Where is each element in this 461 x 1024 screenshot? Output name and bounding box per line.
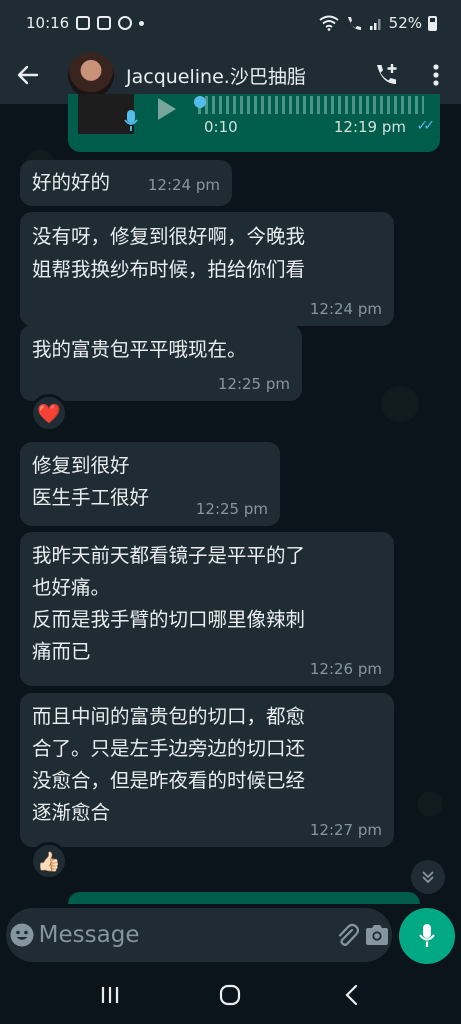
message-line: 修复到很好 xyxy=(32,454,130,477)
vowifi-call-icon xyxy=(347,17,361,30)
battery-icon xyxy=(428,15,437,31)
message-bubble[interactable]: 我的富贵包平平哦现在。 12:25 pm xyxy=(20,325,302,401)
voice-message-bubble[interactable]: 0:10 12:19 pm ✓✓ xyxy=(68,94,440,152)
message-line: 姐帮我换纱布时候，拍给你们看 xyxy=(32,258,306,281)
status-time: 10:16 xyxy=(26,14,70,32)
message-line: 我昨天前天都看镜子是平平的了 xyxy=(32,544,306,567)
message-line: 而且中间的富贵包的切口，都愈 xyxy=(32,705,306,728)
message-input[interactable] xyxy=(38,922,332,948)
emoji-icon xyxy=(10,923,34,947)
double-chevron-down-icon xyxy=(422,871,434,884)
message-line: 也好痛。 xyxy=(32,576,111,599)
back-arrow-icon xyxy=(17,65,39,85)
status-bar: 10:16 52% xyxy=(0,0,461,46)
voice-waveform[interactable] xyxy=(198,96,424,114)
attach-button[interactable] xyxy=(332,908,362,962)
camera-button[interactable] xyxy=(362,908,392,962)
emoji-button[interactable] xyxy=(6,908,39,962)
mic-icon xyxy=(419,924,435,947)
nav-back-button[interactable] xyxy=(321,966,381,1024)
back-button[interactable] xyxy=(0,46,56,104)
b-icon xyxy=(118,16,133,30)
attach-icon xyxy=(338,923,359,946)
system-nav-bar xyxy=(0,966,461,1024)
back-icon xyxy=(345,984,357,1006)
play-icon[interactable] xyxy=(158,98,176,120)
heart-reaction-icon[interactable]: ❤️ xyxy=(30,394,68,432)
wifi-icon xyxy=(319,15,339,31)
message-time: 12:26 pm xyxy=(309,660,382,678)
gallery-icon xyxy=(76,16,91,30)
contact-name[interactable]: Jacqueline.沙巴抽脂 xyxy=(126,62,306,89)
message-text: 好的好的 xyxy=(32,171,111,194)
voice-progress-dot[interactable] xyxy=(194,96,206,108)
status-right: 52% xyxy=(319,14,437,32)
calendar-check-icon xyxy=(97,16,112,30)
thumbs-up-reaction-icon[interactable]: 👍🏻 xyxy=(30,842,68,880)
status-left: 10:16 xyxy=(26,14,145,32)
message-time: 12:25 pm xyxy=(217,375,290,393)
message-line: 合了。只是左手边旁边的切口还 xyxy=(32,737,306,760)
signal-icon xyxy=(369,19,381,30)
voice-time: 12:19 pm xyxy=(333,118,406,136)
add-call-icon xyxy=(377,64,397,84)
message-bubble[interactable]: 我昨天前天都看镜子是平平的了 也好痛。 反而是我手臂的切口哪里像辣刺 痛而已 1… xyxy=(20,532,394,686)
dot-icon xyxy=(139,20,145,26)
recents-button[interactable] xyxy=(80,966,140,1024)
chat-screen: 10:16 52% Jacqueline.沙巴抽脂 0:10 12:19 pm … xyxy=(0,0,461,1024)
message-time: 12:24 pm xyxy=(309,300,382,318)
voice-mic-icon xyxy=(124,110,138,131)
message-line: 没有呀，修复到很好啊，今晚我 xyxy=(32,225,306,248)
message-time: 12:25 pm xyxy=(195,500,268,518)
message-bubble[interactable]: 好的好的 12:24 pm xyxy=(20,160,232,206)
message-bubble[interactable]: 而且中间的富贵包的切口，都愈 合了。只是左手边旁边的切口还 没愈合，但是昨夜看的… xyxy=(20,693,394,847)
message-bubble[interactable]: 修复到很好 医生手工很好 12:25 pm xyxy=(20,442,280,526)
message-bubble[interactable]: 没有呀，修复到很好啊，今晚我 姐帮我换纱布时候，拍给你们看 12:24 pm xyxy=(20,212,394,326)
message-time: 12:24 pm xyxy=(147,176,220,194)
home-button[interactable] xyxy=(200,966,260,1024)
read-ticks-icon: ✓✓ xyxy=(416,118,436,134)
contact-avatar[interactable] xyxy=(68,52,114,98)
message-line: 反而是我手臂的切口哪里像辣刺 xyxy=(32,608,306,631)
scroll-to-bottom-button[interactable] xyxy=(411,860,445,894)
message-time: 12:27 pm xyxy=(309,821,382,839)
message-field xyxy=(6,908,392,962)
more-vert-icon xyxy=(433,64,439,86)
camera-icon xyxy=(365,925,388,945)
voice-duration: 0:10 xyxy=(204,118,238,136)
voice-record-button[interactable] xyxy=(399,908,455,964)
outgoing-bubble-partial[interactable] xyxy=(68,892,420,904)
message-list[interactable]: 0:10 12:19 pm ✓✓ 好的好的 12:24 pm 没有呀，修复到很好… xyxy=(0,94,461,904)
home-icon xyxy=(220,984,241,1006)
message-text: 我的富贵包平平哦现在。 xyxy=(32,338,247,361)
battery-percent: 52% xyxy=(388,14,422,32)
message-line: 没愈合，但是昨夜看的时候已经 xyxy=(32,769,306,792)
composer xyxy=(0,904,461,966)
recents-icon xyxy=(102,987,119,1003)
